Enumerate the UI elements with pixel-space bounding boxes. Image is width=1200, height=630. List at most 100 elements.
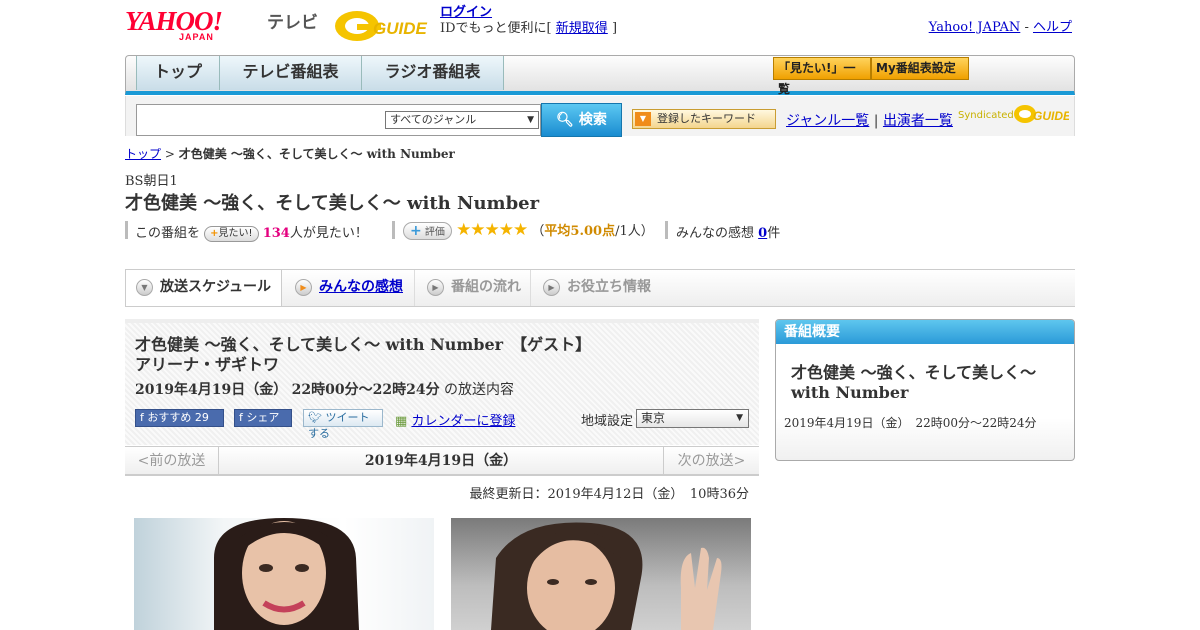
star-rating-icon: ★★★★★ bbox=[456, 220, 528, 240]
current-broadcast-date: 2019年4月19日（金） bbox=[364, 453, 518, 469]
rating-avg-close: /1人） bbox=[615, 224, 654, 239]
rating-button[interactable]: + 評価 bbox=[403, 222, 452, 240]
chevron-right-icon: ▶ bbox=[543, 279, 560, 296]
facebook-icon: f bbox=[140, 411, 144, 424]
help-link[interactable]: ヘルプ bbox=[1033, 20, 1072, 35]
syndicated-label: Syndicated bbox=[958, 110, 1014, 121]
search-icon: 🔍︎ bbox=[556, 112, 574, 128]
search-links: ジャンル一覧 | 出演者一覧 bbox=[786, 110, 953, 130]
registered-keyword-button[interactable]: ▼ 登録したキーワード bbox=[632, 109, 776, 129]
calendar-register-link[interactable]: カレンダーに登録 bbox=[411, 414, 515, 429]
svg-text:GUIDE: GUIDE bbox=[1033, 109, 1069, 123]
nav-tab-top[interactable]: トップ bbox=[136, 56, 220, 90]
portrait-image bbox=[214, 518, 359, 630]
last-updated: 最終更新日：2019年4月12日（金） 10時36分 bbox=[469, 487, 749, 502]
mitai-list-button[interactable]: 「見たい!」一覧 bbox=[773, 57, 871, 96]
twitter-bird-icon: 🐦︎ bbox=[308, 411, 322, 424]
impressions-group: みんなの感想 0件 bbox=[676, 222, 780, 241]
service-name[interactable]: テレビ bbox=[267, 8, 318, 33]
yahoo-japan-text: JAPAN bbox=[179, 32, 214, 42]
region-label: 地域設定 bbox=[581, 414, 634, 429]
episode-photo bbox=[451, 518, 751, 630]
breadcrumb-top[interactable]: トップ bbox=[125, 147, 161, 161]
register-link[interactable]: 新規取得 bbox=[556, 21, 608, 36]
mitai-group: この番組を +見たい! 134人が見たい！ bbox=[135, 222, 368, 242]
yahoo-logo[interactable]: YAHOO! JAPAN bbox=[125, 6, 223, 42]
search-bar: すべてのジャンル ▼ 🔍︎ 検索 ▼ 登録したキーワード ジャンル一覧 | 出演… bbox=[125, 96, 1075, 137]
stats-divider bbox=[665, 221, 668, 239]
login-link[interactable]: ログイン bbox=[440, 5, 492, 20]
cast-list-link[interactable]: 出演者一覧 bbox=[883, 113, 953, 129]
facebook-share-button[interactable]: f シェア bbox=[234, 409, 292, 427]
nav-tab-tv-schedule[interactable]: テレビ番組表 bbox=[220, 56, 362, 90]
region-select-value: 東京 bbox=[641, 411, 666, 425]
search-button[interactable]: 🔍︎ 検索 bbox=[541, 103, 622, 137]
mitai-button[interactable]: +見たい! bbox=[204, 226, 259, 242]
tweet-button[interactable]: 🐦︎ ツイートする bbox=[303, 409, 383, 440]
chevron-down-icon: ▼ bbox=[527, 115, 534, 125]
mitai-prefix: この番組を bbox=[135, 226, 201, 241]
episode-title: 才色健美 ～強く、そして美しく～ with Number 【ゲスト】アリーナ・ザ… bbox=[135, 335, 592, 374]
genre-select[interactable]: すべてのジャンル ▼ bbox=[385, 111, 539, 129]
impressions-count-link[interactable]: 0 bbox=[758, 226, 767, 241]
yahoo-japan-link[interactable]: Yahoo! JAPAN bbox=[929, 20, 1021, 35]
page: YAHOO! JAPAN テレビ GUIDE ログイン IDでもっと便利に[ 新… bbox=[125, 0, 1075, 630]
chevron-down-icon: ▼ bbox=[136, 279, 153, 296]
tab-schedule[interactable]: ▼ 放送スケジュール bbox=[125, 269, 282, 306]
tab-impressions[interactable]: ▶ みんなの感想 bbox=[285, 270, 415, 306]
portrait-image bbox=[491, 522, 722, 630]
facebook-recommend-count: 29 bbox=[194, 411, 209, 424]
svg-text:GUIDE: GUIDE bbox=[373, 19, 428, 38]
breadcrumb-current: 才色健美 ～強く、そして美しく～ with Number bbox=[178, 147, 455, 161]
episode-photo bbox=[134, 518, 434, 630]
facebook-share-label: シェア bbox=[246, 411, 280, 424]
calendar-icon: ▦ bbox=[395, 414, 408, 429]
nav-tab-radio-schedule[interactable]: ラジオ番組表 bbox=[362, 56, 504, 90]
gguide-logo[interactable]: GUIDE bbox=[333, 6, 433, 42]
plus-icon: + bbox=[210, 228, 219, 239]
registered-keyword-label: 登録したキーワード bbox=[657, 112, 756, 125]
top-links-sep: - bbox=[1024, 20, 1029, 35]
region-select[interactable]: 東京 ▼ bbox=[636, 409, 749, 428]
chevron-right-icon: ▶ bbox=[427, 279, 444, 296]
prev-broadcast-button[interactable]: <前の放送 bbox=[125, 447, 219, 475]
facebook-recommend-label: おすすめ bbox=[147, 411, 192, 424]
tab-flow: ▶ 番組の流れ bbox=[417, 270, 531, 306]
chevron-down-icon: ▼ bbox=[635, 112, 651, 126]
gguide-small-logo: GUIDE bbox=[1014, 105, 1069, 123]
tab-impressions-label[interactable]: みんなの感想 bbox=[319, 279, 403, 295]
episode-header: 才色健美 ～強く、そして美しく～ with Number 【ゲスト】アリーナ・ザ… bbox=[125, 319, 759, 445]
impressions-label: みんなの感想 bbox=[676, 226, 755, 241]
rating-avg-open: （ bbox=[531, 224, 545, 239]
facebook-recommend-button[interactable]: f おすすめ 29 bbox=[135, 409, 224, 427]
login-sub-suffix: ] bbox=[611, 21, 618, 36]
my-schedule-button[interactable]: My番組表設定 bbox=[871, 57, 969, 80]
plus-icon: + bbox=[410, 223, 422, 239]
genre-select-value: すべてのジャンル bbox=[390, 113, 477, 126]
episode-datetime: 2019年4月19日（金） 22時00分～22時24分 の放送内容 bbox=[135, 379, 514, 399]
search-button-label: 検索 bbox=[578, 112, 607, 128]
login-sub-text: IDでもっと便利に[ bbox=[440, 21, 552, 36]
channel-name: BS朝日1 bbox=[125, 174, 178, 189]
breadcrumb-sep: > bbox=[164, 147, 175, 161]
episode-date: 2019年4月19日（金） bbox=[135, 382, 288, 398]
breadcrumb: トップ > 才色健美 ～強く、そして美しく～ with Number bbox=[125, 145, 455, 162]
mitai-suffix: 人が見たい！ bbox=[289, 226, 368, 241]
chevron-right-icon: ▶ bbox=[295, 279, 312, 296]
rating-button-label: 評価 bbox=[424, 227, 445, 238]
genre-list-link[interactable]: ジャンル一覧 bbox=[786, 113, 869, 129]
chevron-down-icon: ▼ bbox=[736, 413, 743, 423]
program-stats: この番組を +見たい! 134人が見たい！ + 評価 ★★★★★ （平均5.00… bbox=[125, 220, 825, 242]
next-broadcast-button[interactable]: 次の放送> bbox=[663, 447, 759, 475]
login-box: ログイン IDでもっと便利に[ 新規取得 ] bbox=[440, 5, 617, 37]
page-title: 才色健美 ～強く、そして美しく～ with Number bbox=[125, 193, 540, 214]
stats-divider bbox=[392, 221, 395, 239]
links-divider: | bbox=[873, 113, 879, 129]
header: YAHOO! JAPAN テレビ GUIDE ログイン IDでもっと便利に[ 新… bbox=[125, 0, 1075, 50]
episode-time: 22時00分～22時24分 bbox=[291, 382, 440, 398]
tab-info-label: お役立ち情報 bbox=[567, 279, 651, 295]
overview-title: 才色健美 ～強く、そして美しく～ with Number bbox=[791, 363, 1037, 402]
episode-panel: 才色健美 ～強く、そして美しく～ with Number 【ゲスト】アリーナ・ザ… bbox=[125, 319, 759, 630]
global-nav: トップ テレビ番組表 ラジオ番組表 「見たい!」一覧 My番組表設定 bbox=[125, 55, 1075, 96]
program-overview: 番組概要 才色健美 ～強く、そして美しく～ with Number 2019年4… bbox=[775, 319, 1075, 461]
